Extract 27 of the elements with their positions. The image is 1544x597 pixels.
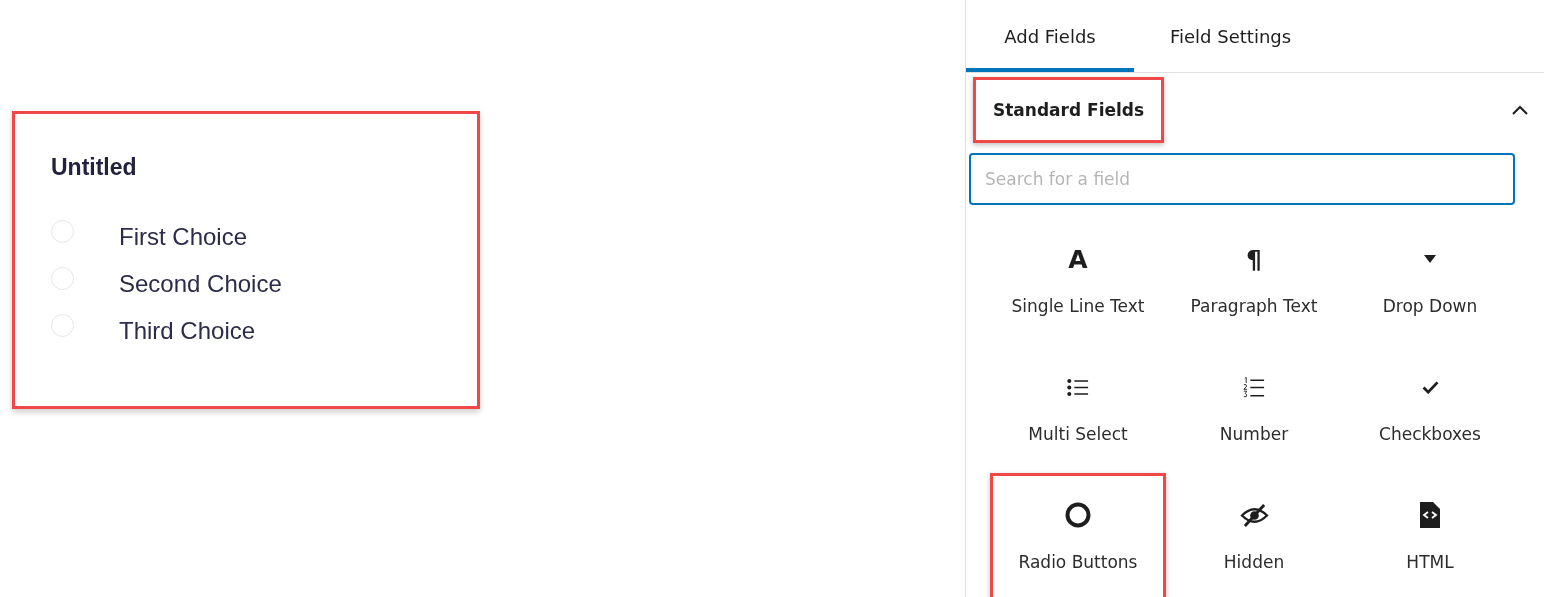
tab[interactable]: Add Fields [966,0,1134,72]
field-type-button[interactable]: ¶ Paragraph Text [1166,217,1342,345]
glyph-icon: ¶ [1246,246,1262,272]
field-type-button[interactable]: Multi Select [990,345,1166,473]
field-type-button[interactable]: Checkboxes [1342,345,1518,473]
caret-down-icon [1424,255,1436,263]
field-type-button[interactable]: Number [1166,345,1342,473]
choice-label: Second Choice [119,269,282,298]
field-type-button[interactable]: Hidden [1166,473,1342,597]
tab[interactable]: Field Settings [1134,0,1328,72]
field-type-button[interactable]: HTML [1342,473,1518,597]
field-title: Untitled [51,154,138,181]
glyph-icon: A [1068,246,1088,272]
choice-label: First Choice [119,222,248,251]
numbered-list-icon [1243,376,1265,398]
code-file-icon [1420,502,1440,528]
search-field[interactable]: Search for a field [969,153,1515,205]
section-heading[interactable]: Standard Fields [973,77,1165,143]
choice-label: Third Choice [119,316,256,345]
field-type-button[interactable]: A Single Line Text [990,217,1166,345]
bullet-list-icon [1067,377,1089,397]
chevron-up-icon[interactable] [1512,105,1528,115]
checkmark-icon [1421,380,1439,394]
field-type-button[interactable]: Radio Buttons [990,473,1166,597]
circle-icon [1065,502,1091,528]
field-type-button[interactable]: Drop Down [1342,217,1518,345]
eye-slash-icon [1239,502,1269,528]
